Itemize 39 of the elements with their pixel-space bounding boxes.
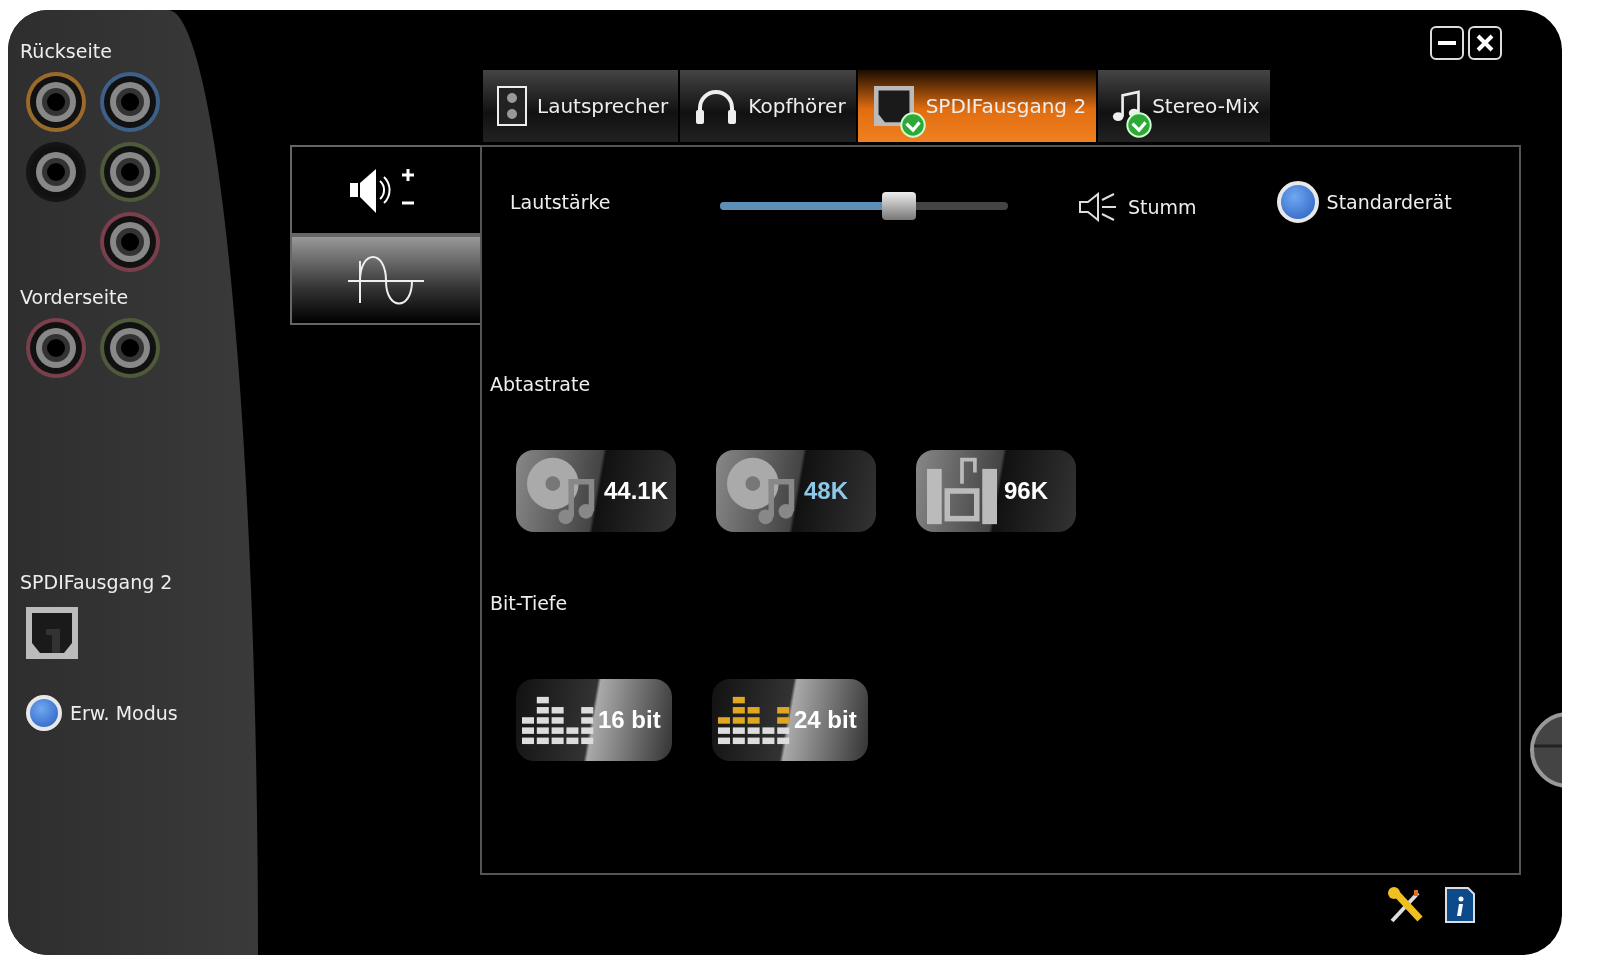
close-icon[interactable] xyxy=(1468,26,1502,60)
advanced-mode-button[interactable]: Erw. Modus xyxy=(26,695,178,731)
sample-rate-button[interactable]: 44.1K xyxy=(516,450,676,532)
audio-jack-icon[interactable] xyxy=(24,140,88,204)
audio-jack-icon[interactable] xyxy=(98,316,162,380)
sine-wave-icon xyxy=(346,255,426,305)
section-title: Rückseite xyxy=(20,40,112,62)
minimize-icon[interactable] xyxy=(1430,26,1464,60)
bit-depth-button[interactable]: 16 bit xyxy=(516,679,672,761)
optical-port-icon xyxy=(26,607,78,659)
tools-icon[interactable] xyxy=(1388,887,1424,923)
audio-jack-icon[interactable] xyxy=(98,210,162,274)
device-title: SPDIFausgang 2 xyxy=(20,571,173,593)
bit-depth-button[interactable]: 24 bit xyxy=(712,679,868,761)
side-tab[interactable] xyxy=(290,235,480,325)
section-title: Abtastrate xyxy=(490,373,592,395)
section-title: Vorderseite xyxy=(20,286,129,308)
audio-jack-icon[interactable] xyxy=(98,140,162,204)
device-tab[interactable]: Stereo-Mix xyxy=(1098,70,1272,142)
audio-jack-icon[interactable] xyxy=(24,316,88,380)
mute-button[interactable]: Stumm xyxy=(1072,191,1203,223)
volume-slider[interactable] xyxy=(720,192,1008,220)
sample-rate-button[interactable]: 96K xyxy=(916,450,1076,532)
speaker-icon xyxy=(497,86,527,126)
slider-thumb[interactable] xyxy=(881,192,916,220)
check-badge-icon xyxy=(1126,112,1153,138)
side-tab[interactable] xyxy=(290,145,480,235)
device-tab[interactable]: Lautsprecher xyxy=(483,70,681,142)
info-icon[interactable] xyxy=(1442,887,1478,923)
audio-jack-icon[interactable] xyxy=(98,70,162,134)
device-tab[interactable]: Kopfhörer xyxy=(680,70,858,142)
check-badge-icon xyxy=(899,112,926,138)
sample-rate-button[interactable]: 48K xyxy=(716,450,876,532)
volume-label: Lautstärke xyxy=(510,191,612,213)
muted-speaker-icon xyxy=(1078,192,1118,222)
section-title: Bit-Tiefe xyxy=(490,592,569,614)
optical-port-icon xyxy=(871,86,916,126)
audio-jack-icon[interactable] xyxy=(24,70,88,134)
default-device-button[interactable]: Standarderät xyxy=(1276,181,1452,223)
